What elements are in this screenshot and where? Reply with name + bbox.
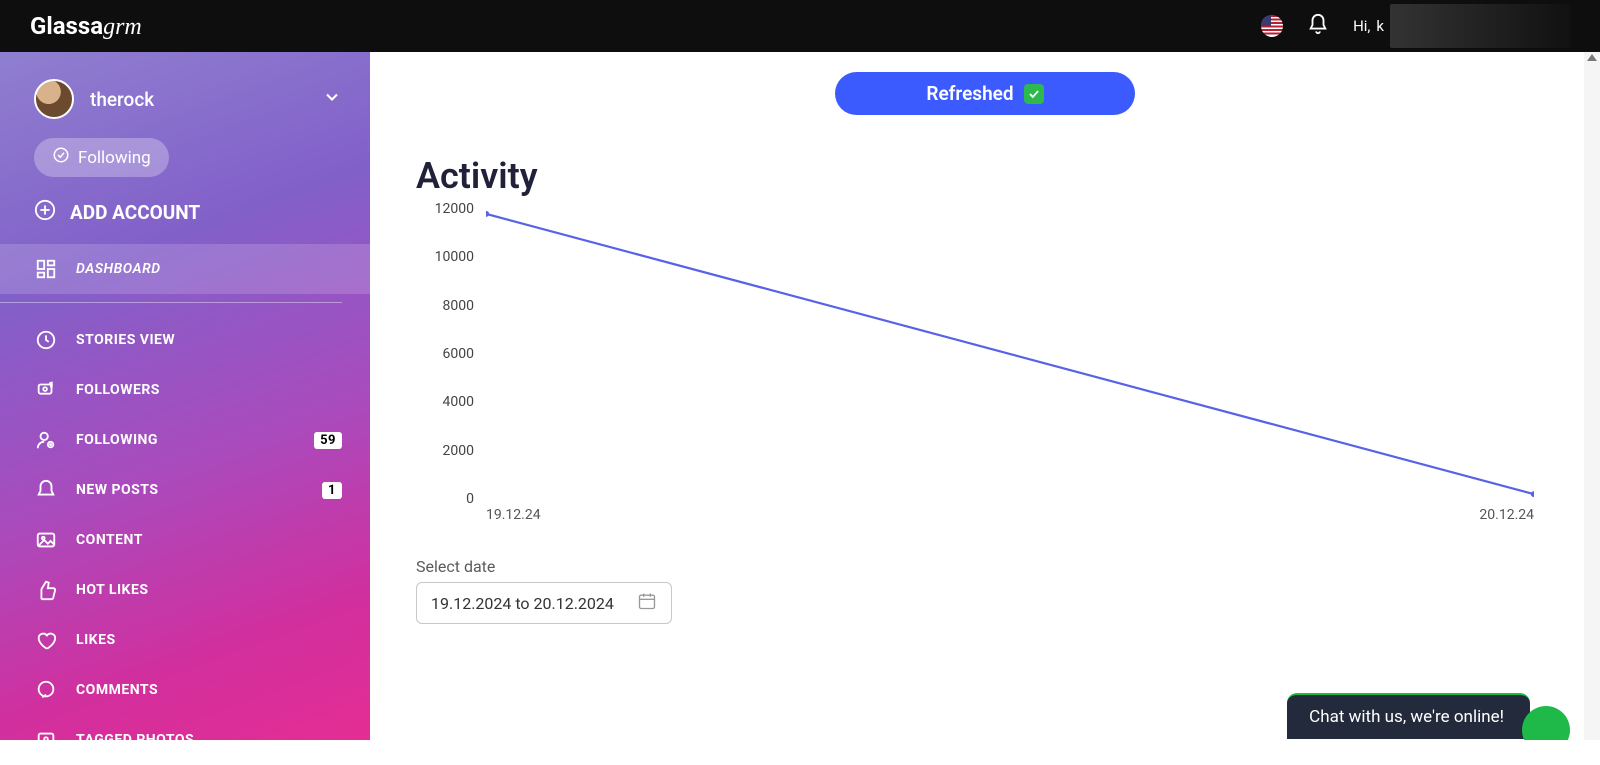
sidebar-item-likes[interactable]: LIKES	[0, 615, 370, 665]
notifications-bell-icon[interactable]	[1307, 13, 1329, 39]
y-tick: 6000	[443, 346, 474, 362]
sidebar-item-label: NEW POSTS	[76, 482, 304, 498]
sidebar-item-label: LIKES	[76, 632, 342, 648]
add-account-label: ADD ACCOUNT	[70, 201, 200, 224]
greeting-prefix: Hi,	[1353, 17, 1370, 35]
sidebar-item-following[interactable]: FOLLOWING 59	[0, 415, 370, 465]
refreshed-banner: Refreshed	[835, 72, 1135, 115]
sidebar-item-label: HOT LIKES	[76, 582, 342, 598]
main-content: Refreshed Activity 12000 10000 8000 6000 400…	[370, 52, 1600, 740]
clock-icon	[34, 329, 58, 351]
sidebar-item-label: CONTENT	[76, 532, 342, 548]
heart-icon	[34, 629, 58, 651]
sidebar: therock Following ADD ACCOUNT DASHBOARD	[0, 52, 370, 740]
account-switcher[interactable]: therock	[0, 74, 370, 124]
locale-flag-us-icon[interactable]	[1261, 15, 1283, 37]
logo-thin: grm	[103, 14, 142, 40]
sidebar-item-new-posts[interactable]: NEW POSTS 1	[0, 465, 370, 515]
select-date-label: Select date	[416, 557, 1554, 576]
sidebar-item-comments[interactable]: COMMENTS	[0, 665, 370, 715]
account-avatar	[34, 79, 74, 119]
sidebar-item-label: TAGGED PHOTOS	[76, 732, 342, 748]
dashboard-icon	[34, 258, 58, 280]
scroll-up-arrow-icon[interactable]	[1587, 54, 1597, 61]
check-circle-icon	[52, 146, 70, 169]
sidebar-item-label: FOLLOWERS	[76, 382, 342, 398]
sidebar-item-dashboard[interactable]: DASHBOARD	[0, 244, 370, 294]
chat-text[interactable]: Chat with us, we're online!	[1287, 693, 1530, 739]
account-name: therock	[90, 88, 306, 111]
chat-bubble-icon[interactable]	[1522, 706, 1570, 740]
check-icon	[1024, 84, 1044, 104]
greeting-initial: k	[1376, 17, 1384, 35]
y-tick: 0	[466, 491, 474, 507]
date-range-input[interactable]: 19.12.2024 to 20.12.2024	[416, 582, 672, 624]
x-tick: 20.12.24	[1479, 507, 1534, 529]
comment-icon	[34, 679, 58, 701]
tagged-icon	[34, 729, 58, 751]
sidebar-item-label: STORIES VIEW	[76, 332, 342, 348]
app-header: Glassagrm Hi, k	[0, 0, 1600, 52]
activity-title: Activity	[416, 155, 1554, 197]
sidebar-item-label: FOLLOWING	[76, 432, 296, 448]
date-range-value: 19.12.2024 to 20.12.2024	[431, 594, 614, 613]
count-badge: 1	[322, 482, 342, 499]
followers-icon: 1	[34, 379, 58, 401]
y-tick: 12000	[435, 201, 474, 217]
sidebar-item-followers[interactable]: 1 FOLLOWERS	[0, 365, 370, 415]
calendar-icon	[637, 591, 657, 615]
image-icon	[34, 529, 58, 551]
y-tick: 8000	[443, 298, 474, 314]
chart-line	[486, 209, 1534, 499]
chat-widget[interactable]: Chat with us, we're online!	[1287, 692, 1570, 740]
app-logo: Glassagrm	[30, 12, 142, 41]
logo-main: Glassa	[30, 12, 103, 40]
refreshed-label: Refreshed	[926, 82, 1013, 105]
y-tick: 10000	[435, 249, 474, 265]
chevron-down-icon[interactable]	[322, 87, 342, 111]
sidebar-item-content[interactable]: CONTENT	[0, 515, 370, 565]
y-tick: 2000	[443, 443, 474, 459]
x-tick: 19.12.24	[486, 507, 541, 529]
activity-chart: 120001000080006000400020000 19.12.2420.1…	[416, 209, 1554, 529]
following-pill-label: Following	[78, 148, 151, 168]
bell-icon	[34, 479, 58, 501]
sidebar-item-label: DASHBOARD	[76, 261, 342, 277]
plus-circle-icon	[34, 199, 56, 226]
y-tick: 4000	[443, 394, 474, 410]
greeting-redacted	[1390, 4, 1570, 48]
thumbs-up-icon	[34, 579, 58, 601]
count-badge: 59	[314, 432, 342, 449]
svg-text:1: 1	[50, 382, 54, 388]
scrollbar[interactable]	[1584, 52, 1600, 740]
sidebar-item-tagged-photos[interactable]: TAGGED PHOTOS	[0, 715, 370, 765]
sidebar-item-label: COMMENTS	[76, 682, 342, 698]
header-right: Hi, k	[1261, 4, 1570, 48]
sidebar-item-hot-likes[interactable]: HOT LIKES	[0, 565, 370, 615]
add-account-button[interactable]: ADD ACCOUNT	[0, 177, 370, 244]
greeting: Hi, k	[1353, 4, 1570, 48]
sidebar-item-stories-view[interactable]: STORIES VIEW	[0, 315, 370, 365]
sidebar-divider	[0, 302, 342, 303]
user-plus-icon	[34, 429, 58, 451]
following-pill[interactable]: Following	[34, 138, 169, 177]
